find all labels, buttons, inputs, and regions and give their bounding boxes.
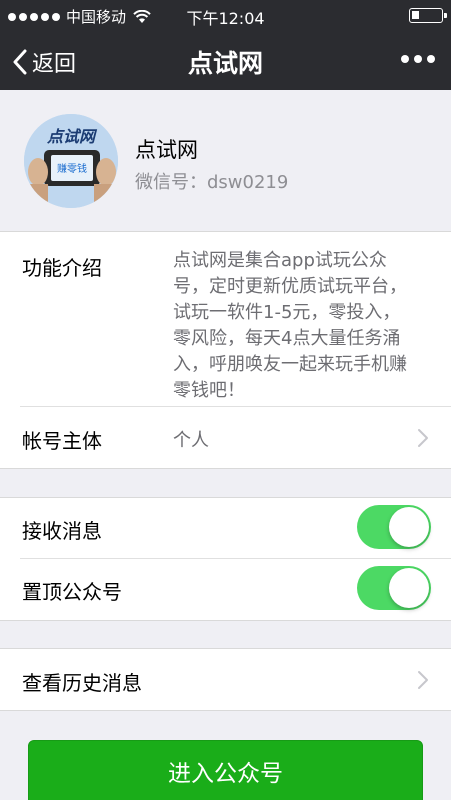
intro-label: 功能介绍 [22,256,102,280]
settings-group: 接收消息 置顶公众号 [0,498,451,620]
avatar[interactable]: 点试网 赚零钱 [24,114,118,208]
back-label: 返回 [32,52,77,77]
chevron-left-icon [13,49,27,75]
toggle-knob [389,507,429,547]
chevron-right-icon [418,429,428,447]
divider [0,710,451,711]
account-entity-label: 帐号主体 [22,429,102,453]
wechat-id: 微信号：dsw0219 [135,172,289,193]
account-profile: 点试网 赚零钱 点试网 微信号：dsw0219 [0,90,451,232]
view-history-row[interactable]: 查看历史消息 [0,649,451,710]
back-button[interactable]: 返回 [12,46,76,78]
account-entity-value: 个人 [173,430,209,451]
account-entity-row[interactable]: 帐号主体 个人 [0,407,451,468]
status-bar: 中国移动 下午12:04 [0,0,451,30]
intro-row: 功能介绍 点试网是集合app试玩公众号，定时更新优质试玩平台，试玩一软件1-5元… [0,232,451,406]
battery-level [412,11,419,19]
details-group: 功能介绍 点试网是集合app试玩公众号，定时更新优质试玩平台，试玩一软件1-5元… [0,232,451,468]
divider [0,620,451,621]
pin-account-label: 置顶公众号 [22,580,122,604]
status-time: 下午12:04 [186,9,265,28]
account-name: 点试网 [135,138,198,162]
view-history-label: 查看历史消息 [22,671,142,695]
receive-messages-label: 接收消息 [22,519,102,543]
divider [0,468,451,469]
receive-messages-row: 接收消息 [0,498,451,558]
avatar-logo-icon: 点试网 赚零钱 [24,114,118,208]
svg-text:点试网: 点试网 [46,127,98,146]
toggle-knob [389,568,429,608]
battery-icon [409,8,447,23]
pin-account-row: 置顶公众号 [0,559,451,620]
history-group: 查看历史消息 [0,649,451,710]
receive-messages-toggle[interactable] [357,505,431,549]
chevron-right-icon [418,671,428,689]
intro-text: 点试网是集合app试玩公众号，定时更新优质试玩平台，试玩一软件1-5元，零投入，… [173,250,407,401]
more-dots-icon[interactable] [401,55,435,63]
svg-text:赚零钱: 赚零钱 [57,162,87,175]
enter-account-button[interactable]: 进入公众号 [28,740,423,800]
navigation-bar: 返回 点试网 [0,30,451,90]
pin-account-toggle[interactable] [357,566,431,610]
